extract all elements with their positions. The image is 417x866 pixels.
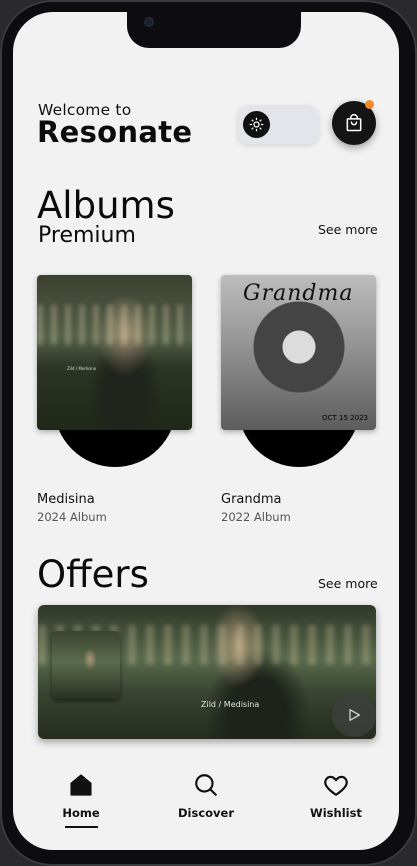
home-icon: [70, 774, 92, 796]
nav-item-home[interactable]: Home: [31, 772, 131, 828]
heart-icon: [324, 775, 348, 796]
active-indicator: [65, 826, 98, 828]
offer-card[interactable]: Zild / Medisina: [38, 605, 376, 739]
shopping-bag-icon: [346, 114, 362, 132]
offer-caption: Zild / Medisina: [201, 700, 260, 709]
notch: [127, 12, 301, 48]
bottom-nav: Home Discover Wishlist: [13, 772, 399, 850]
sun-icon: [243, 111, 270, 138]
offers-heading: Offers: [37, 553, 149, 596]
cover-bottom-text: OCT 15 2023: [322, 414, 368, 422]
front-camera: [144, 17, 154, 27]
play-icon: [349, 709, 360, 721]
album-meta: 2024 Album: [37, 510, 107, 524]
album-meta: 2022 Album: [221, 510, 291, 524]
play-button[interactable]: [332, 693, 376, 737]
cart-button[interactable]: [332, 100, 376, 145]
app-title: Resonate: [37, 115, 193, 149]
album-title: Grandma: [221, 492, 282, 507]
albums-subheading: Premium: [38, 223, 136, 248]
app-screen: Welcome to Resonate Albums Premium See m…: [13, 12, 399, 850]
phone-frame: Welcome to Resonate Albums Premium See m…: [0, 0, 417, 866]
cover-text: Grandma: [243, 281, 354, 306]
nav-item-wishlist[interactable]: Wishlist: [286, 772, 386, 820]
nav-label: Discover: [177, 806, 235, 820]
album-title: Medisina: [37, 492, 95, 507]
albums-see-more-link[interactable]: See more: [318, 222, 378, 237]
albums-heading: Albums: [37, 184, 175, 227]
album-cover: Grandma OCT 15 2023: [221, 275, 376, 430]
offers-see-more-link[interactable]: See more: [318, 576, 378, 591]
cover-text: Zild / Medisina: [67, 366, 97, 371]
cover-art-lights: [37, 305, 192, 345]
notification-dot: [365, 100, 374, 109]
nav-label: Wishlist: [310, 806, 362, 820]
search-icon: [195, 774, 217, 796]
theme-toggle[interactable]: [237, 105, 319, 144]
nav-item-discover[interactable]: Discover: [156, 772, 256, 820]
album-cover: Zild / Medisina: [37, 275, 192, 430]
nav-label: Home: [62, 806, 100, 820]
offer-thumbnail: [52, 631, 120, 699]
